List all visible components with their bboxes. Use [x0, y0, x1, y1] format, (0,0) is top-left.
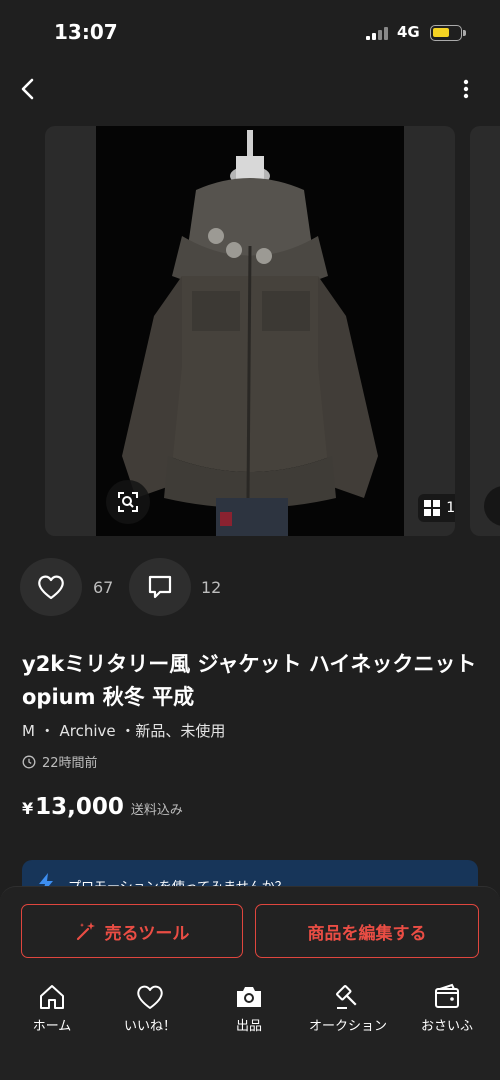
sell-tools-label: 売るツール	[104, 923, 190, 944]
lens-icon	[118, 492, 138, 512]
item-meta: M ・ Archive ・新品、未使用	[22, 722, 226, 740]
heart-icon	[137, 985, 163, 1009]
camera-icon	[237, 987, 261, 1007]
edit-item-label: 商品を編集する	[307, 923, 427, 944]
like-count: 67	[93, 578, 114, 597]
image-counter[interactable]: 1 / 4	[418, 494, 455, 522]
comment-icon	[148, 575, 172, 599]
posted-time: 22時間前	[22, 752, 98, 771]
image-counter-text: 1 / 4	[446, 500, 455, 516]
tab-listing[interactable]: 出品	[199, 983, 299, 1039]
tab-likes-label: いいね！	[123, 1019, 176, 1034]
tab-home-label: ホーム	[32, 1019, 72, 1034]
home-icon	[40, 985, 64, 1009]
tab-auction[interactable]: オークション	[298, 983, 398, 1039]
tab-wallet-label: おさいふ	[420, 1019, 473, 1034]
battery-icon	[430, 25, 466, 41]
clock-icon	[22, 755, 36, 768]
back-icon[interactable]	[14, 74, 44, 104]
price-value: 13,000	[35, 794, 124, 820]
tab-listing-label: 出品	[235, 1019, 262, 1034]
tab-likes[interactable]: いいね！	[100, 983, 200, 1039]
tab-wallet[interactable]: おさいふ	[397, 983, 497, 1039]
gallery-slide[interactable]: 1 / 4	[45, 126, 455, 536]
more-options-icon[interactable]	[454, 74, 478, 104]
product-photo	[96, 126, 404, 536]
magic-wand-icon	[76, 922, 95, 941]
image-search-button[interactable]	[106, 480, 150, 524]
gallery-next-slide[interactable]	[470, 126, 500, 536]
sell-tools-button[interactable]: 売るツール	[21, 904, 243, 958]
tab-bar: ホーム いいね！ 出品 オークション おさいふ	[0, 983, 500, 1043]
wallet-icon	[435, 983, 459, 1008]
network-label: 4G	[397, 23, 420, 41]
tab-auction-label: オークション	[308, 1019, 387, 1034]
tab-home[interactable]: ホーム	[2, 983, 102, 1039]
comment-count: 12	[201, 578, 222, 597]
gavel-icon	[336, 985, 357, 1009]
status-bar: 13:07 4G	[0, 0, 500, 64]
shipping-label: 送料込み	[130, 803, 183, 818]
grid-icon	[424, 500, 441, 516]
price-currency: ¥	[22, 799, 34, 818]
heart-icon	[38, 575, 64, 600]
comment-button[interactable]	[129, 558, 191, 616]
like-button[interactable]	[20, 558, 82, 616]
item-title: y2kミリタリー風 ジャケット ハイネックニット opium 秋冬 平成	[22, 652, 477, 709]
image-gallery[interactable]: 1 / 4	[0, 126, 500, 536]
bottom-action-bar: 売るツール 商品を編集する ホーム いいね！ 出品 オークション おさいふ	[0, 886, 500, 1080]
signal-icon	[366, 26, 390, 40]
posted-time-text: 22時間前	[42, 756, 98, 771]
edit-item-button[interactable]: 商品を編集する	[255, 904, 479, 958]
price: ¥ 13,000 送料込み	[22, 794, 183, 820]
status-time: 13:07	[54, 20, 118, 44]
